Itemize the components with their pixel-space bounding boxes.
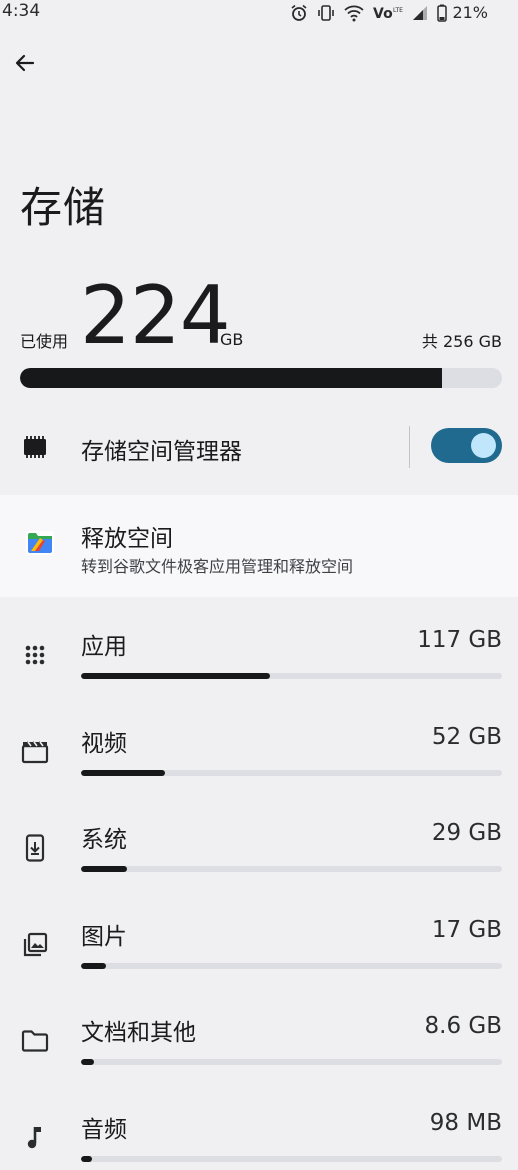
category-usage-bar bbox=[81, 1059, 502, 1065]
category-label: 系统 bbox=[81, 827, 127, 853]
status-bar: 4:34 Vo LTE 21% bbox=[0, 0, 518, 26]
category-label: 视频 bbox=[81, 731, 127, 757]
svg-text:LTE: LTE bbox=[393, 7, 403, 14]
category-size: 52 GB bbox=[431, 724, 502, 750]
category-size: 17 GB bbox=[431, 917, 502, 943]
svg-text:Vo: Vo bbox=[373, 6, 393, 22]
volte-icon: Vo LTE bbox=[373, 4, 403, 22]
category-usage-bar bbox=[81, 963, 502, 969]
wifi-icon bbox=[344, 4, 365, 22]
category-size: 29 GB bbox=[431, 820, 502, 846]
used-unit: GB bbox=[220, 330, 244, 349]
free-up-space-title: 释放空间 bbox=[81, 526, 173, 552]
page-title: 存储 bbox=[20, 183, 107, 232]
category-usage-bar bbox=[81, 673, 502, 679]
free-up-space-item[interactable]: 释放空间 转到谷歌文件极客应用管理和释放空间 bbox=[0, 495, 518, 597]
category-size: 8.6 GB bbox=[424, 1013, 503, 1039]
category-usage-bar-fill bbox=[81, 963, 107, 969]
divider bbox=[409, 426, 410, 468]
category-usage-bar-fill bbox=[81, 1059, 94, 1065]
storage-usage-bar bbox=[20, 368, 502, 388]
alarm-icon bbox=[290, 4, 308, 22]
storage-manager-toggle[interactable] bbox=[431, 428, 502, 463]
storage-usage-summary: 已使用 224 GB 共 256 GB bbox=[20, 269, 502, 362]
category-usage-bar-fill bbox=[81, 770, 166, 776]
category-size: 117 GB bbox=[417, 627, 502, 653]
category-system[interactable]: 系统 29 GB bbox=[0, 820, 518, 890]
category-usage-bar bbox=[81, 866, 502, 872]
arrow-back-icon bbox=[13, 51, 37, 79]
status-icons: Vo LTE 21% bbox=[290, 3, 488, 22]
category-audio[interactable]: 音频 98 MB bbox=[0, 1110, 518, 1170]
storage-manager-label: 存储空间管理器 bbox=[81, 439, 242, 465]
free-up-space-subtitle: 转到谷歌文件极客应用管理和释放空间 bbox=[81, 557, 354, 576]
category-apps[interactable]: 应用 117 GB bbox=[0, 627, 518, 697]
storage-manager-row[interactable]: 存储空间管理器 bbox=[0, 418, 518, 476]
folder-icon bbox=[21, 1027, 49, 1055]
vibrate-icon bbox=[317, 4, 335, 22]
used-value: 224 bbox=[80, 269, 231, 362]
storage-chip-icon bbox=[21, 434, 49, 464]
category-images[interactable]: 图片 17 GB bbox=[0, 917, 518, 987]
category-usage-bar-fill bbox=[81, 1156, 92, 1162]
category-label: 图片 bbox=[81, 924, 127, 950]
category-usage-bar-fill bbox=[81, 866, 128, 872]
category-label: 应用 bbox=[81, 634, 127, 660]
files-app-icon bbox=[25, 529, 55, 561]
category-documents[interactable]: 文档和其他 8.6 GB bbox=[0, 1013, 518, 1083]
category-label: 音频 bbox=[81, 1117, 127, 1143]
back-button[interactable] bbox=[10, 50, 40, 80]
category-videos[interactable]: 视频 52 GB bbox=[0, 724, 518, 794]
video-icon bbox=[21, 738, 49, 766]
category-usage-bar bbox=[81, 1156, 502, 1162]
apps-grid-icon bbox=[21, 641, 49, 669]
toggle-knob bbox=[471, 433, 496, 458]
category-usage-bar bbox=[81, 770, 502, 776]
category-size: 98 MB bbox=[429, 1110, 502, 1136]
storage-usage-bar-fill bbox=[20, 368, 442, 388]
status-time: 4:34 bbox=[2, 1, 41, 21]
total-capacity: 共 256 GB bbox=[421, 332, 502, 351]
category-label: 文档和其他 bbox=[81, 1020, 196, 1046]
battery-icon bbox=[437, 4, 448, 22]
image-icon bbox=[21, 931, 49, 959]
system-phone-icon bbox=[21, 834, 49, 862]
category-usage-bar-fill bbox=[81, 673, 271, 679]
battery-percent: 21% bbox=[452, 3, 488, 22]
used-label: 已使用 bbox=[20, 332, 69, 351]
cell-signal-icon bbox=[412, 5, 428, 21]
music-note-icon bbox=[21, 1124, 49, 1152]
